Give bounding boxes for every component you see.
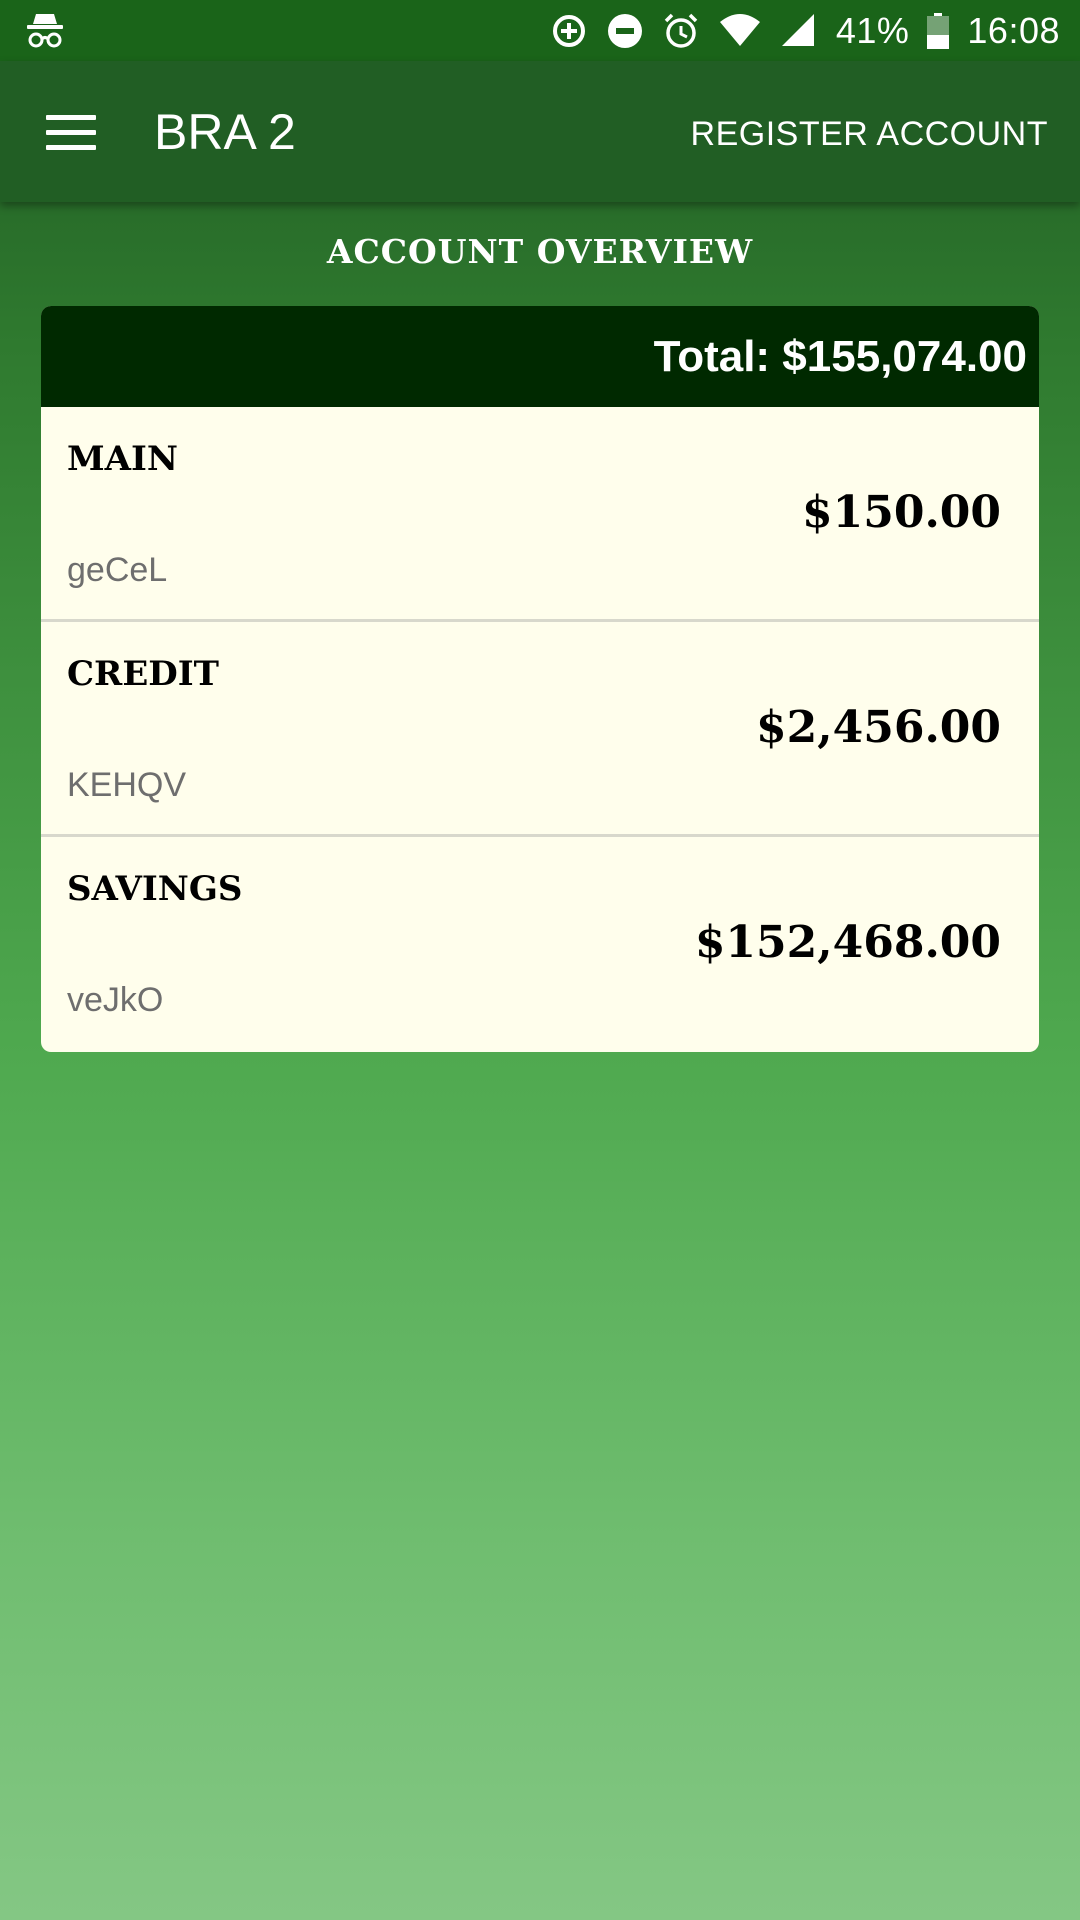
accounts-card: Total: $155,074.00 MAIN $150.00 geCeL CR… [41,306,1039,1052]
do-not-disturb-icon [607,13,642,48]
account-balance: $152,468.00 [694,917,1001,968]
signal-icon [781,13,814,46]
incognito-icon [27,14,63,48]
account-row-savings[interactable]: SAVINGS $152,468.00 veJkO [41,837,1039,1052]
total-amount: Total: $155,074.00 [653,331,1027,381]
account-name: MAIN [67,439,178,479]
battery-icon [927,12,950,49]
clock: 16:08 [967,9,1060,51]
account-balance: $150.00 [801,487,1001,538]
battery-percent: 41% [835,9,910,51]
section-title: ACCOUNT OVERVIEW [326,232,754,271]
total-header: Total: $155,074.00 [41,306,1039,407]
account-code: veJkO [67,981,164,1019]
status-bar: 41% 16:08 [0,0,1080,61]
account-balance: $2,456.00 [756,702,1001,753]
account-code: geCeL [67,551,168,589]
app-bar: BRA 2 REGISTER ACCOUNT [0,61,1080,202]
wifi-icon [719,13,760,46]
account-name: SAVINGS [67,869,243,909]
account-code: KEHQV [67,766,187,804]
app-title: BRA 2 [154,104,296,160]
data-saver-icon [552,14,585,47]
account-row-credit[interactable]: CREDIT $2,456.00 KEHQV [41,622,1039,837]
menu-icon[interactable] [46,115,96,150]
account-row-main[interactable]: MAIN $150.00 geCeL [41,407,1039,622]
account-name: CREDIT [67,654,219,694]
register-account-button[interactable]: REGISTER ACCOUNT [691,115,1048,154]
status-icons: 41% 16:08 [550,0,1060,61]
alarm-icon [664,13,698,48]
